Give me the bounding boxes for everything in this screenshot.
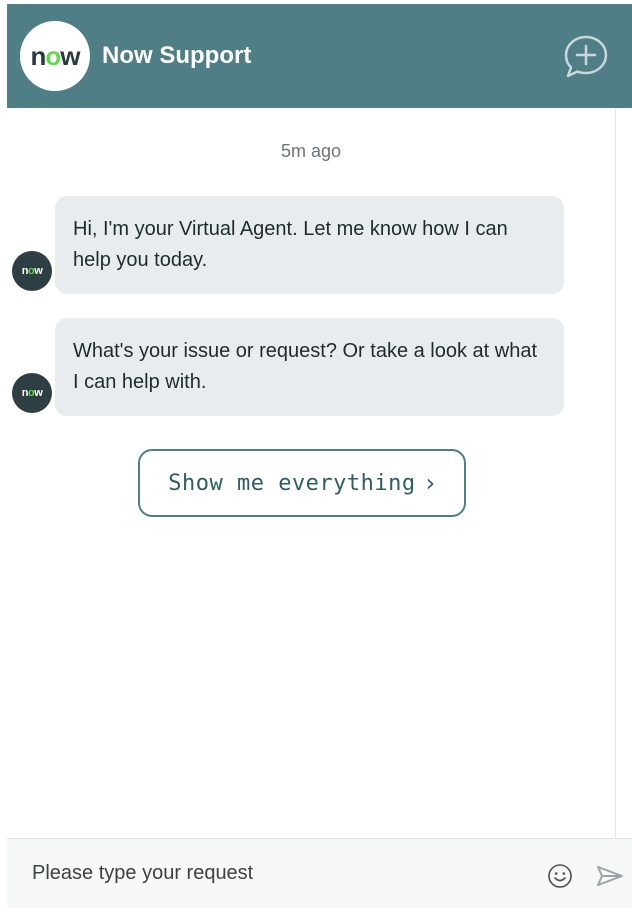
new-conversation-button[interactable] [562, 34, 610, 80]
chevron-right-icon: › [425, 469, 436, 497]
message-timestamp: 5m ago [280, 141, 342, 161]
send-button[interactable] [596, 865, 624, 892]
smiley-icon [548, 864, 572, 888]
agent-avatar: now [12, 251, 52, 291]
show-me-everything-label: Show me everything [168, 470, 416, 496]
message-composer [7, 838, 632, 908]
show-me-everything-button[interactable]: Show me everything › [138, 449, 466, 517]
conversation-scrollbar[interactable] [615, 108, 632, 838]
now-logo: now [20, 21, 90, 91]
conversation-area: 5m ago Hi, I'm your Virtual Agent. Let m… [7, 108, 615, 838]
send-arrow-icon [597, 866, 623, 886]
chat-header: now Now Support [7, 4, 632, 108]
agent-avatar: now [12, 373, 52, 413]
message-input[interactable] [30, 852, 514, 895]
agent-message-2: What's your issue or request? Or take a … [55, 318, 564, 416]
chat-plus-icon [564, 35, 608, 78]
agent-message-1: Hi, I'm your Virtual Agent. Let me know … [55, 196, 564, 294]
emoji-button[interactable] [547, 863, 573, 894]
chat-title: Now Support [102, 42, 252, 69]
